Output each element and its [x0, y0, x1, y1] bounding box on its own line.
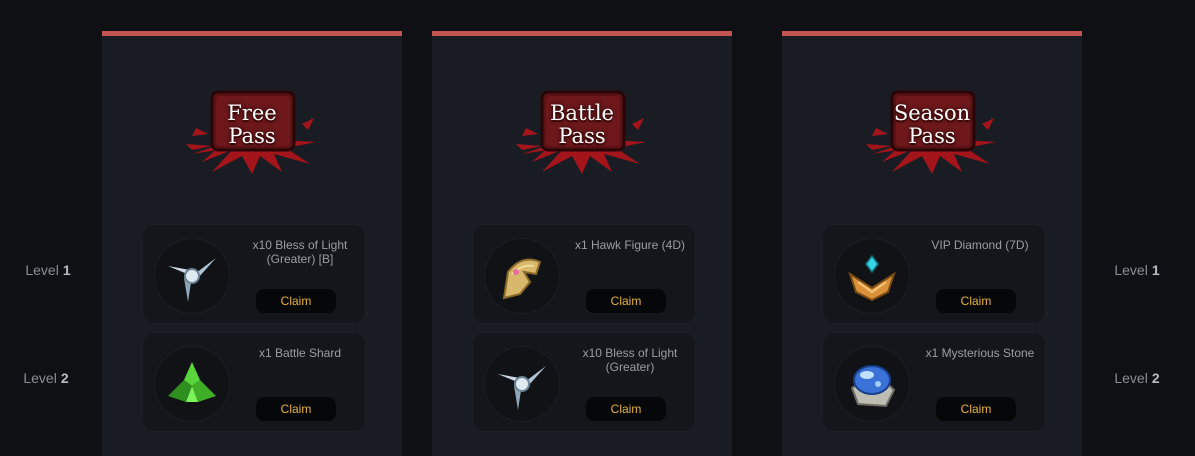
- level-prefix: Level: [23, 370, 57, 386]
- level-number: 2: [60, 370, 69, 386]
- reward-name: x1 Battle Shard: [258, 346, 342, 360]
- claim-button[interactable]: Claim: [936, 289, 1016, 313]
- reward-card-level-2: x10 Bless of Light (Greater) Claim: [472, 332, 696, 432]
- pass-title-line2: Pass: [558, 124, 606, 148]
- pass-title: Battle Pass: [512, 102, 652, 148]
- pass-title: Season Pass: [862, 102, 1002, 148]
- free-pass-column: Free Pass x10 Bless of Light (Greater) […: [102, 31, 402, 456]
- reward-card-level-2: x1 Mysterious Stone Claim: [822, 332, 1046, 432]
- battle-shard-icon: [154, 346, 230, 422]
- vip-diamond-icon: [834, 238, 910, 314]
- level-label-2-right: Level 2: [1097, 370, 1177, 386]
- claim-button[interactable]: Claim: [936, 397, 1016, 421]
- bless-of-light-icon: [154, 238, 230, 314]
- level-prefix: Level: [1114, 370, 1148, 386]
- battle-pass-banner: Battle Pass: [512, 84, 652, 180]
- season-pass-banner: Season Pass: [862, 84, 1002, 180]
- season-pass-column: Season Pass VIP Diamond (7D) Claim x1 My…: [782, 31, 1082, 456]
- reward-card-level-1: x10 Bless of Light (Greater) [B] Claim: [142, 224, 366, 324]
- reward-name: x1 Mysterious Stone: [925, 346, 1035, 360]
- mysterious-stone-icon: [834, 346, 910, 422]
- claim-button[interactable]: Claim: [256, 289, 336, 313]
- free-pass-banner: Free Pass: [182, 84, 322, 180]
- reward-card-level-1: VIP Diamond (7D) Claim: [822, 224, 1046, 324]
- reward-name: x1 Hawk Figure (4D): [574, 238, 686, 252]
- reward-name: x10 Bless of Light (Greater) [B]: [252, 238, 348, 266]
- level-number: 1: [62, 262, 71, 278]
- pass-title: Free Pass: [182, 102, 322, 148]
- level-prefix: Level: [1114, 262, 1148, 278]
- level-prefix: Level: [25, 262, 59, 278]
- battle-pass-column: Battle Pass x1 Hawk Figure (4D) Claim x1…: [432, 31, 732, 456]
- level-label-2-left: Level 2: [6, 370, 86, 386]
- pass-title-line2: Pass: [228, 124, 276, 148]
- pass-title-line1: Season: [893, 101, 971, 125]
- pass-title-line1: Free: [227, 101, 277, 125]
- claim-button[interactable]: Claim: [586, 397, 666, 421]
- claim-button[interactable]: Claim: [256, 397, 336, 421]
- reward-name: x10 Bless of Light (Greater): [582, 346, 678, 374]
- level-label-1-left: Level 1: [8, 262, 88, 278]
- level-label-1-right: Level 1: [1097, 262, 1177, 278]
- reward-name: VIP Diamond (7D): [931, 238, 1029, 252]
- bless-of-light-icon: [484, 346, 560, 422]
- pass-title-line1: Battle: [550, 101, 614, 125]
- pass-title-line2: Pass: [908, 124, 956, 148]
- reward-card-level-2: x1 Battle Shard Claim: [142, 332, 366, 432]
- claim-button[interactable]: Claim: [586, 289, 666, 313]
- hawk-figure-icon: [484, 238, 560, 314]
- reward-card-level-1: x1 Hawk Figure (4D) Claim: [472, 224, 696, 324]
- level-number: 2: [1151, 370, 1160, 386]
- level-number: 1: [1151, 262, 1160, 278]
